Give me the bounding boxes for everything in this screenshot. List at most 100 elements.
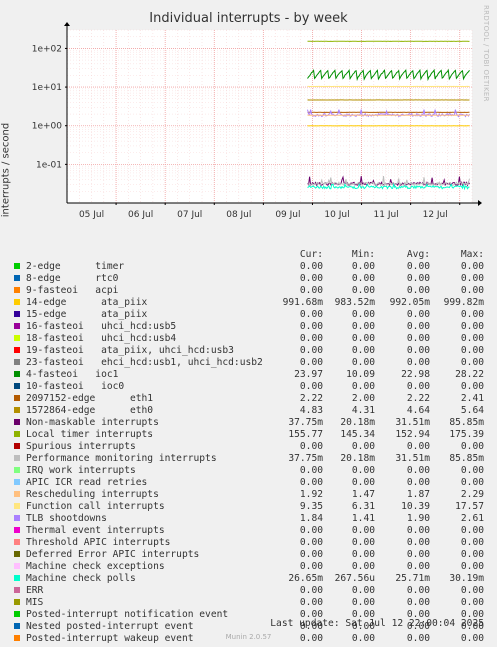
legend-row: 2097152-edge eth1 2.22 2.00 2.22 2.41 <box>0 393 497 405</box>
legend-cur-value: 0.00 <box>299 381 323 392</box>
legend-color-swatch <box>14 611 20 617</box>
legend-series-name: Rescheduling interrupts <box>26 489 159 500</box>
legend-color-swatch <box>14 479 20 485</box>
legend-min-value: 145.34 <box>340 429 375 440</box>
legend-series-name: APIC ICR read retries <box>26 477 148 488</box>
legend-cur-value: 0.00 <box>299 597 323 608</box>
legend-avg-value: 0.00 <box>406 309 430 320</box>
legend-cur-value: 0.00 <box>299 549 323 560</box>
legend-avg-value: 0.00 <box>406 561 430 572</box>
legend-avg-value: 0.00 <box>406 273 430 284</box>
y-tick-label: 1e+01 <box>32 83 62 93</box>
legend-avg-value: 1.87 <box>406 489 430 500</box>
legend-color-swatch <box>14 359 20 365</box>
legend-series-name: 10-fasteoi ioc0 <box>26 381 125 392</box>
legend-min-value: 20.18m <box>340 453 375 464</box>
legend-cur-value: 0.00 <box>299 537 323 548</box>
legend-row: 16-fasteoi uhci_hcd:usb5 0.00 0.00 0.00 0.00 <box>0 321 497 333</box>
legend-color-swatch <box>14 311 20 317</box>
legend-color-swatch <box>14 527 20 533</box>
legend-series-name: Non-maskable interrupts <box>26 417 159 428</box>
x-tick-labels: 05 Jul 06 Jul 07 Jul 08 Jul 09 Jul 10 Jul 11 J… <box>79 203 461 220</box>
legend-row: 23-fasteoi ehci_hcd:usb1, uhci_hcd:usb2 0… <box>0 357 497 369</box>
legend-cur-value: 0.00 <box>299 321 323 332</box>
legend-cur-value: 4.83 <box>299 405 323 416</box>
y-tick-label: 1e+02 <box>32 44 62 54</box>
legend-max-value: 0.00 <box>460 261 484 272</box>
legend-max-value: 0.00 <box>460 561 484 572</box>
legend-avg-value: 0.00 <box>406 333 430 344</box>
legend-series-name: Deferred Error APIC interrupts <box>26 549 200 560</box>
legend-color-swatch <box>14 467 20 473</box>
legend-avg-value: 0.00 <box>406 597 430 608</box>
legend-color-swatch <box>14 503 20 509</box>
legend-avg-value: 0.00 <box>406 261 430 272</box>
legend-color-swatch <box>14 575 20 581</box>
legend-row: 10-fasteoi ioc0 0.00 0.00 0.00 0.00 <box>0 381 497 393</box>
legend-series-name: TLB shootdowns <box>26 513 107 524</box>
header-min: Min: <box>351 249 375 260</box>
legend-series-name: 9-fasteoi acpi <box>26 285 119 296</box>
legend-color-swatch <box>14 431 20 437</box>
legend-avg-value: 31.51m <box>395 453 430 464</box>
legend-row: Deferred Error APIC interrupts 0.00 0.00 0.… <box>0 549 497 561</box>
legend-color-swatch <box>14 491 20 497</box>
legend-max-value: 0.00 <box>460 465 484 476</box>
legend-color-swatch <box>14 599 20 605</box>
legend-avg-value: 0.00 <box>406 285 430 296</box>
legend-series-name: 16-fasteoi uhci_hcd:usb5 <box>26 321 177 332</box>
legend-row: 14-edge ata_piix 991.68m 983.52m 992.05m 999… <box>0 297 497 309</box>
legend-max-value: 0.00 <box>460 477 484 488</box>
x-tick-label: 07 Jul <box>177 210 202 220</box>
legend-series-name: 8-edge rtc0 <box>26 273 119 284</box>
legend-color-swatch <box>14 263 20 269</box>
legend-avg-value: 0.00 <box>406 381 430 392</box>
legend-min-value: 0.00 <box>351 585 375 596</box>
legend-avg-value: 2.22 <box>406 393 430 404</box>
legend-row: Rescheduling interrupts 1.92 1.47 1.87 2.29 <box>0 489 497 501</box>
legend-series-name: Machine check exceptions <box>26 561 165 572</box>
legend-min-value: 0.00 <box>351 261 375 272</box>
legend-max-value: 85.85m <box>449 453 484 464</box>
legend-min-value: 0.00 <box>351 345 375 356</box>
legend-row: Thermal event interrupts 0.00 0.00 0.00 0.00 <box>0 525 497 537</box>
legend-cur-value: 991.68m <box>282 297 323 308</box>
x-tick-label: 09 Jul <box>275 210 300 220</box>
legend-avg-value: 0.00 <box>406 465 430 476</box>
legend-series-name: Local timer interrupts <box>26 429 154 440</box>
legend-max-value: 0.00 <box>460 333 484 344</box>
legend-avg-value: 4.64 <box>406 405 430 416</box>
legend-avg-value: 0.00 <box>406 525 430 536</box>
legend-series-name: 1572864-edge eth0 <box>26 405 154 416</box>
legend-row: Spurious interrupts 0.00 0.00 0.00 0.00 <box>0 441 497 453</box>
legend-max-value: 0.00 <box>460 549 484 560</box>
legend-max-value: 5.64 <box>460 405 484 416</box>
legend-cur-value: 37.75m <box>288 417 323 428</box>
legend-header-row: Cur: Min: Avg: Max: <box>0 249 497 261</box>
legend-series-name: Thermal event interrupts <box>26 525 165 536</box>
y-tick-labels: 1e+02 1e+01 1e+00 1e-01 <box>32 44 67 170</box>
legend-color-swatch <box>14 551 20 557</box>
legend-max-value: 999.82m <box>443 297 484 308</box>
x-tick-label: 05 Jul <box>79 210 104 220</box>
legend-color-swatch <box>14 515 20 521</box>
legend-avg-value: 31.51m <box>395 417 430 428</box>
legend-max-value: 85.85m <box>449 417 484 428</box>
legend-cur-value: 0.00 <box>299 585 323 596</box>
legend-max-value: 0.00 <box>460 585 484 596</box>
legend-series-name: 23-fasteoi ehci_hcd:usb1, uhci_hcd:usb2 <box>26 357 263 368</box>
legend-min-value: 0.00 <box>351 333 375 344</box>
legend-min-value: 0.00 <box>351 465 375 476</box>
legend-min-value: 0.00 <box>351 273 375 284</box>
legend-max-value: 0.00 <box>460 525 484 536</box>
legend-max-value: 2.61 <box>460 513 484 524</box>
legend-cur-value: 1.92 <box>299 489 323 500</box>
legend-min-value: 10.09 <box>346 369 375 380</box>
legend-series-name: IRQ work interrupts <box>26 465 136 476</box>
legend-series-name: MIS <box>26 597 44 608</box>
y-axis-arrow <box>64 22 70 26</box>
legend-color-swatch <box>14 287 20 293</box>
legend-series-name: Performance monitoring interrupts <box>26 453 217 464</box>
legend-min-value: 0.00 <box>351 561 375 572</box>
legend-min-value: 2.00 <box>351 393 375 404</box>
